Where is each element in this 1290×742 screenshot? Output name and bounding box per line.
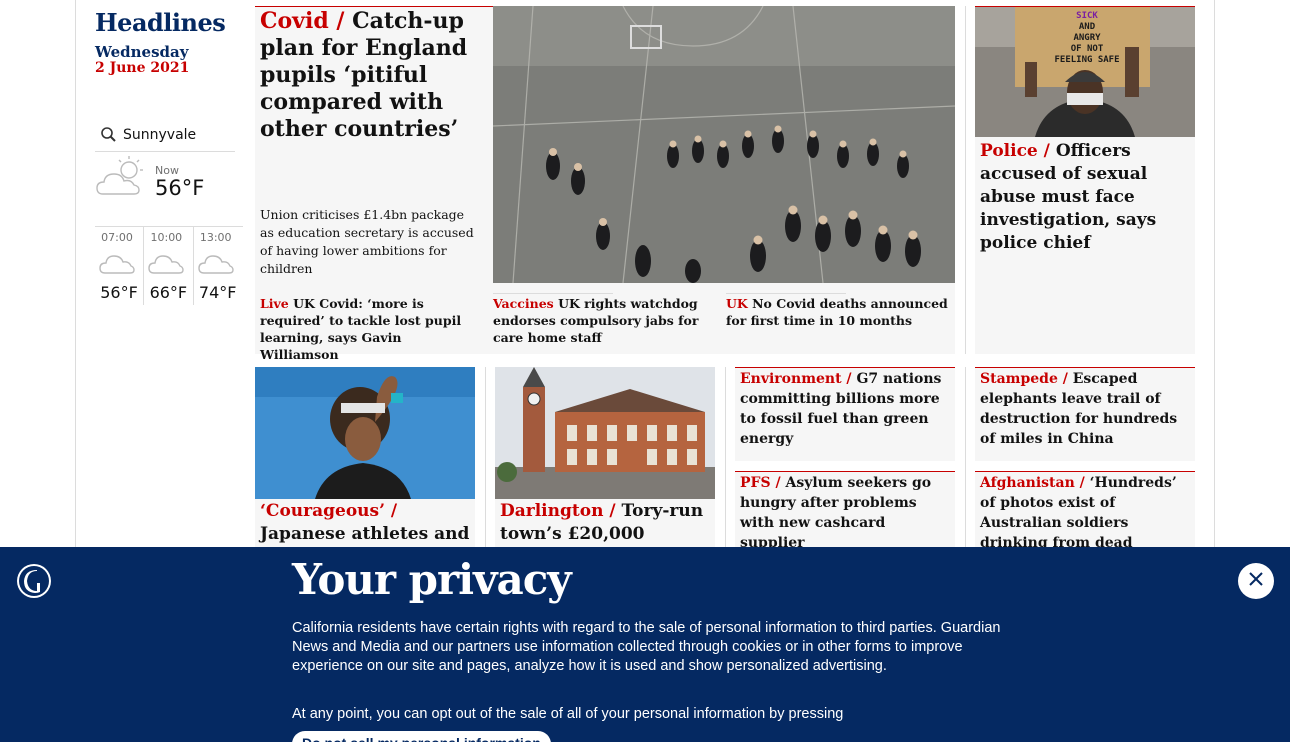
weather-location: Sunnyvale (123, 126, 197, 143)
story-topline (975, 367, 1195, 368)
weather-now-temp: 56°F (155, 176, 205, 200)
cloud-sun-icon (95, 154, 149, 204)
privacy-body-optout: At any point, you can opt out of the sal… (292, 706, 844, 722)
forecast-slot: 07:00 56°F (95, 227, 145, 305)
police-kicker: Police / (980, 141, 1050, 161)
sublink-kicker: UK (726, 296, 748, 311)
section-title: Headlines (95, 8, 226, 37)
column-divider (965, 367, 966, 547)
privacy-body: California residents have certain rights… (292, 620, 1001, 674)
forecast-slot: 10:00 66°F (144, 227, 194, 305)
story-kicker: Afghanistan / (980, 475, 1085, 491)
sublink-text: No Covid deaths announced for first time… (726, 296, 948, 328)
osaka-kicker: ‘Courageous’ / (260, 501, 398, 521)
forecast-temp: 66°F (149, 283, 188, 302)
lead-sublink[interactable]: Vaccines UK rights watchdog endorses com… (493, 295, 715, 346)
story-kicker: Stampede / (980, 371, 1068, 387)
lead-sublink[interactable]: UK No Covid deaths announced for first t… (726, 295, 952, 329)
cloud-icon (99, 253, 135, 279)
privacy-banner: Your privacy California residents have c… (0, 547, 1290, 742)
cloud-icon (197, 253, 234, 279)
story-topline (735, 471, 955, 472)
afghanistan-headline[interactable]: Afghanistan / ‘Hundreds’ of photos exist… (980, 473, 1190, 553)
story-topline (975, 471, 1195, 472)
forecast-time: 10:00 (150, 231, 183, 244)
lead-kicker: Covid / (260, 8, 345, 34)
town-hall-clocktower-image[interactable] (495, 367, 715, 499)
guardian-logo-icon (16, 563, 52, 603)
lead-headline[interactable]: Covid / Catch-up plan for England pupils… (260, 8, 485, 143)
forecast-slot: 13:00 74°F (194, 227, 243, 305)
osaka-headline[interactable]: ‘Courageous’ / Japanese athletes and (260, 500, 470, 546)
story-kicker: Environment / (740, 371, 852, 387)
protester-with-placard-image[interactable]: SICK AND ANGRY OF NOT FEELING SAFE (975, 7, 1195, 137)
column-divider (485, 367, 486, 547)
forecast-time: 07:00 (101, 231, 133, 244)
column-divider (725, 367, 726, 547)
date: 2 June 2021 (95, 60, 190, 76)
osaka-headline-text: Japanese athletes and (260, 524, 470, 544)
close-button[interactable] (1238, 563, 1274, 599)
darlington-kicker: Darlington / (500, 501, 616, 521)
cloud-icon (148, 253, 185, 279)
story-kicker: PFS / (740, 475, 781, 491)
search-icon (95, 126, 123, 144)
placard-text: SICK AND ANGRY OF NOT FEELING SAFE (1054, 11, 1120, 65)
tennis-player-image[interactable] (255, 367, 475, 499)
story-topline (735, 367, 955, 368)
sublink-kicker: Vaccines (493, 296, 554, 311)
police-headline[interactable]: Police / Officers accused of sexual abus… (980, 140, 1190, 255)
divider (726, 293, 846, 294)
divider (493, 293, 613, 294)
close-icon (1248, 571, 1264, 591)
weather-now: Now 56°F (95, 152, 235, 224)
lead-standfirst: Union criticises £1.4bn package as educa… (260, 207, 474, 276)
forecast-temp: 56°F (100, 283, 138, 302)
schoolchildren-in-playground-image[interactable] (493, 6, 955, 283)
sublink-text: UK Covid: ‘more is required’ to tackle l… (260, 296, 462, 362)
forecast-time: 13:00 (199, 231, 232, 244)
privacy-title: Your privacy (292, 555, 572, 604)
weather-forecast: 07:00 56°F 10:00 66°F 13:00 74°F (95, 226, 243, 305)
weekday: Wednesday (95, 43, 189, 61)
weather-location-search[interactable]: Sunnyvale (95, 118, 235, 152)
pfs-headline[interactable]: PFS / Asylum seekers go hungry after pro… (740, 473, 950, 553)
do-not-sell-button[interactable]: Do not sell my personal information (292, 731, 551, 742)
darlington-headline[interactable]: Darlington / Tory-run town’s £20,000 (500, 500, 710, 546)
environment-headline[interactable]: Environment / G7 nations committing bill… (740, 369, 950, 449)
column-divider (965, 6, 966, 354)
forecast-temp: 74°F (198, 283, 237, 302)
stampede-headline[interactable]: Stampede / Escaped elephants leave trail… (980, 369, 1190, 449)
sublink-kicker: Live (260, 296, 289, 311)
lead-sublink[interactable]: Live UK Covid: ‘more is required’ to tac… (260, 295, 484, 363)
